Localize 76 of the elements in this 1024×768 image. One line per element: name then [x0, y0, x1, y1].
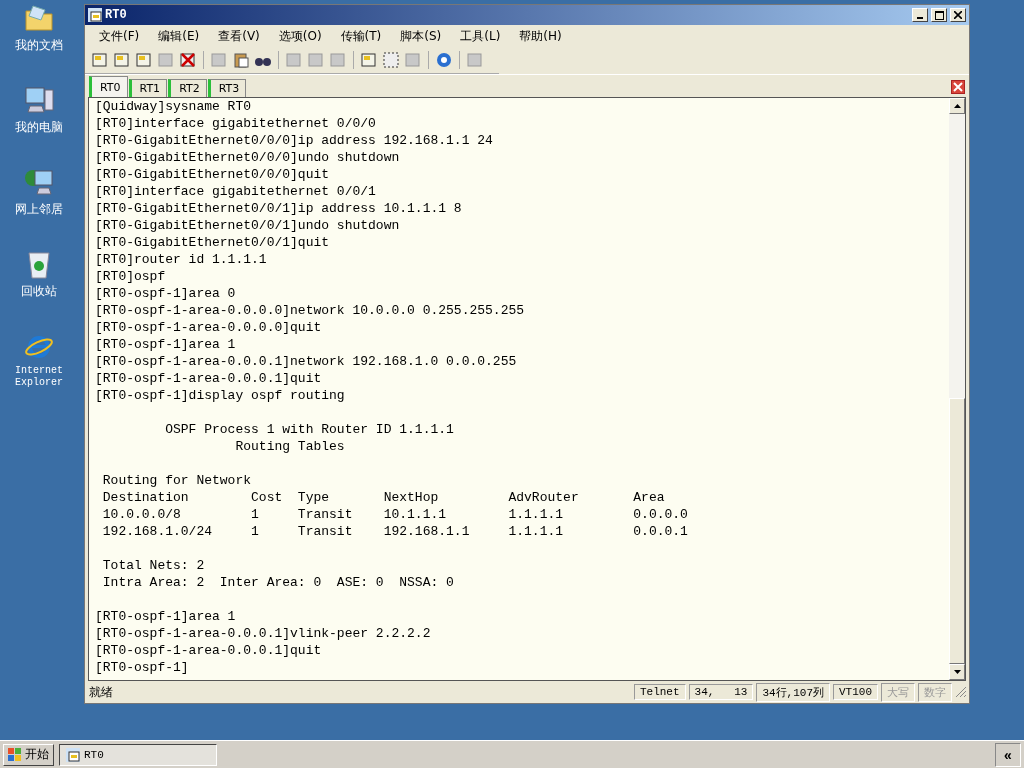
terminal-line: Intra Area: 2 Inter Area: 0 ASE: 0 NSSA: 0 — [101, 574, 455, 591]
resize-grip-icon[interactable] — [955, 686, 967, 698]
status-panel: 大写 — [881, 682, 915, 702]
terminal-line: [RT0-ospf-1-area-0.0.0.1]network 192.168.1.0 0.0.0.255 — [95, 353, 518, 370]
menu-item[interactable]: 传输(T) — [340, 27, 382, 45]
app-icon — [88, 8, 102, 22]
status-panel: Telnet — [633, 684, 686, 700]
terminal-line: [RT0-ospf-1-area-0.0.0.1]quit — [95, 370, 323, 387]
paste-icon[interactable] — [232, 51, 250, 69]
desktop-icon-label[interactable]: 回收站 — [21, 283, 57, 300]
status-panel: 34, 13 — [688, 684, 754, 700]
terminal-line: Total Nets: 2 — [101, 557, 206, 574]
terminal-line: [RT0-ospf-1]area 1 — [95, 336, 237, 353]
status-panel: VT100 — [833, 684, 878, 700]
session-tab[interactable]: RT0 — [89, 76, 128, 97]
maximize-icon — [934, 10, 944, 20]
terminal-line: [RT0-ospf-1-area-0.0.0.0]quit — [95, 319, 323, 336]
terminal-line: Routing Tables — [234, 438, 346, 455]
desktop-icon-label[interactable]: 网上邻居 — [15, 201, 63, 218]
terminal-line: [RT0-ospf-1-area-0.0.0.1]vlink-peer 2.2.2.2 — [95, 625, 432, 642]
desktop-icon-label[interactable]: 我的文档 — [15, 37, 63, 54]
menu-item[interactable]: 编辑(E) — [158, 27, 200, 45]
terminal-line: [RT0-ospf-1]area 0 — [95, 285, 237, 302]
menu-item[interactable]: 查看(V) — [218, 27, 260, 45]
windows-flag-icon — [8, 747, 22, 762]
close-icon — [954, 11, 962, 19]
terminal-line: [RT0]ospf — [95, 268, 167, 285]
menu-item[interactable]: 工具(L) — [460, 27, 501, 45]
close-tab-button[interactable] — [951, 80, 965, 94]
terminal-line: [RT0-ospf-1-area-0.0.0.0]network 10.0.0.0 0.255.255.255 — [95, 302, 526, 319]
close-button[interactable] — [950, 8, 966, 22]
terminal-line: [RT0-ospf-1]display ospf routing — [95, 387, 346, 404]
minimize-button[interactable] — [912, 8, 928, 22]
terminal-line: [RT0-GigabitEthernet0/0/1]quit — [95, 234, 331, 251]
help-icon[interactable] — [435, 51, 453, 69]
terminal-line: [RT0-ospf-1] — [95, 659, 190, 676]
terminal-line: [RT0]router id 1.1.1.1 — [95, 251, 268, 268]
session-tab[interactable]: RT1 — [128, 79, 168, 97]
terminal-line: Routing for Network — [101, 472, 253, 489]
terminal-line: OSPF Process 1 with Router ID 1.1.1.1 — [164, 421, 455, 438]
tray-toggle-button[interactable]: « — [995, 742, 1021, 767]
terminal-line: [RT0]interface gigabitethernet 0/0/1 — [95, 183, 377, 200]
down-arrow-icon[interactable] — [953, 670, 961, 674]
taskbar-item[interactable]: RT0 — [59, 743, 217, 766]
terminal-line: 10.0.0.0/8 1 Transit 10.1.1.1 1.1.1.1 0.0.0.0 — [101, 506, 689, 523]
terminal-line: [RT0-ospf-1]area 1 — [95, 608, 237, 625]
terminal-line: Destination Cost Type NextHop AdvRouter Area — [101, 489, 666, 506]
terminal-line: [RT0-GigabitEthernet0/0/0]quit — [95, 166, 331, 183]
menu-item[interactable]: 脚本(S) — [400, 27, 442, 45]
terminal-line: [RT0-GigabitEthernet0/0/0]ip address 192.168.1.1 24 — [95, 132, 494, 149]
desktop-icon-label[interactable]: 我的电脑 — [15, 119, 63, 136]
desktop-icon-label[interactable]: Internet Explorer — [4, 365, 74, 389]
status-message: 就绪 — [89, 683, 114, 701]
folder-icon[interactable] — [23, 2, 55, 34]
terminal-line: [RT0-GigabitEthernet0/0/1]undo shutdown — [95, 217, 401, 234]
disconnect-icon[interactable] — [179, 51, 197, 69]
terminal-line: [RT0-ospf-1-area-0.0.0.1]quit — [95, 642, 323, 659]
terminal-line: [RT0-GigabitEthernet0/0/0]undo shutdown — [95, 149, 401, 166]
menu-item[interactable]: 文件(F) — [99, 27, 140, 45]
terminal-line: [RT0-GigabitEthernet0/0/1]ip address 10.1.1.1 8 — [95, 200, 463, 217]
terminal-line: 192.168.1.0/24 1 Transit 192.168.1.1 1.1.1.1 0.0.0.1 — [101, 523, 689, 540]
window-title: RT0 — [105, 8, 127, 22]
terminal-line: [RT0]interface gigabitethernet 0/0/0 — [95, 115, 377, 132]
status-panel: 数字 — [918, 682, 952, 702]
vertical-scrollbar[interactable] — [949, 98, 965, 680]
computer-icon[interactable] — [23, 84, 55, 116]
menu-item[interactable]: 选项(O) — [278, 27, 322, 45]
terminal-line: [Quidway]sysname RT0 — [95, 98, 253, 115]
maximize-button[interactable] — [931, 8, 947, 22]
menu-item[interactable]: 帮助(H) — [519, 27, 562, 45]
start-button[interactable]: 开始 — [3, 743, 54, 766]
session-tab[interactable]: RT2 — [168, 79, 207, 97]
app-icon — [66, 747, 80, 762]
session-tab[interactable]: RT3 — [207, 79, 247, 97]
status-panel: 34行,107列 — [756, 682, 830, 702]
up-arrow-icon[interactable] — [953, 104, 961, 108]
